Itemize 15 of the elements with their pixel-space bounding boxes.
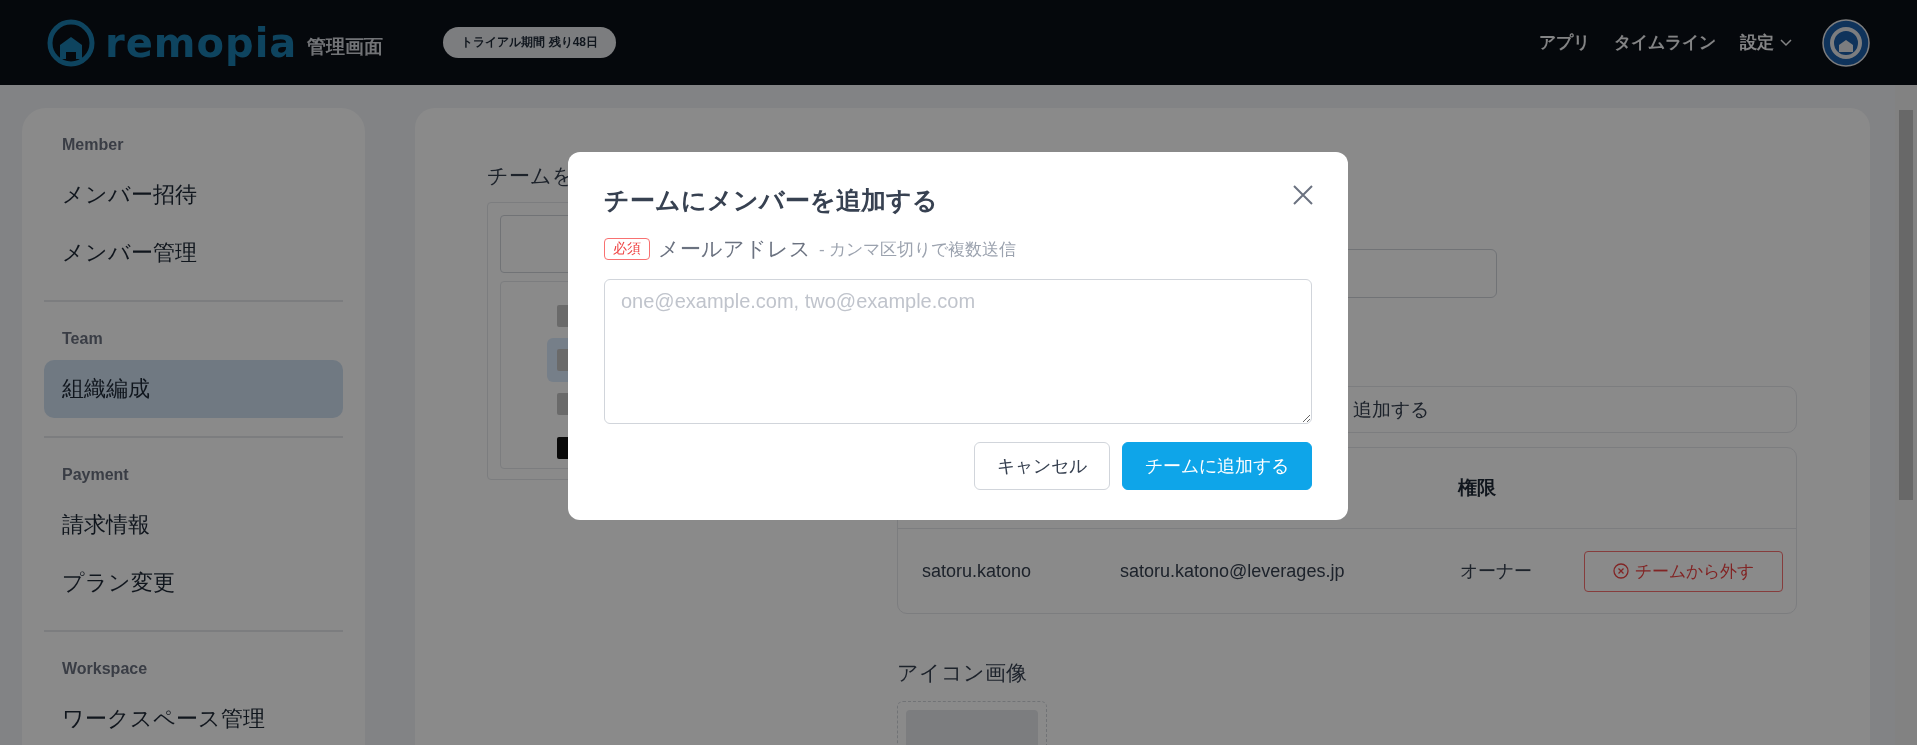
table-cell-text: satoru.katono@leverages.jp: [1120, 560, 1346, 582]
section-title: Workspace: [61, 659, 149, 679]
column-header: 権限: [1458, 476, 1496, 500]
section-title: Member: [61, 135, 125, 155]
table-cell-text: オーナー: [1460, 560, 1533, 583]
section-title: Team: [61, 329, 104, 349]
field-label: メールアドレス: [658, 236, 811, 262]
trial-badge: トライアル期間 残り48日: [443, 27, 617, 58]
section-label: アイコン画像: [897, 660, 1028, 686]
field-hint: - カンマ区切りで複数送信: [819, 238, 1017, 261]
section-title: Payment: [61, 465, 130, 485]
required-tag: 必須: [604, 238, 650, 260]
brand-subtitle: 管理画面: [307, 34, 384, 59]
table-cell-text: satoru.katono: [921, 560, 1033, 582]
dialog-title: チームにメンバーを追加する: [604, 185, 938, 216]
